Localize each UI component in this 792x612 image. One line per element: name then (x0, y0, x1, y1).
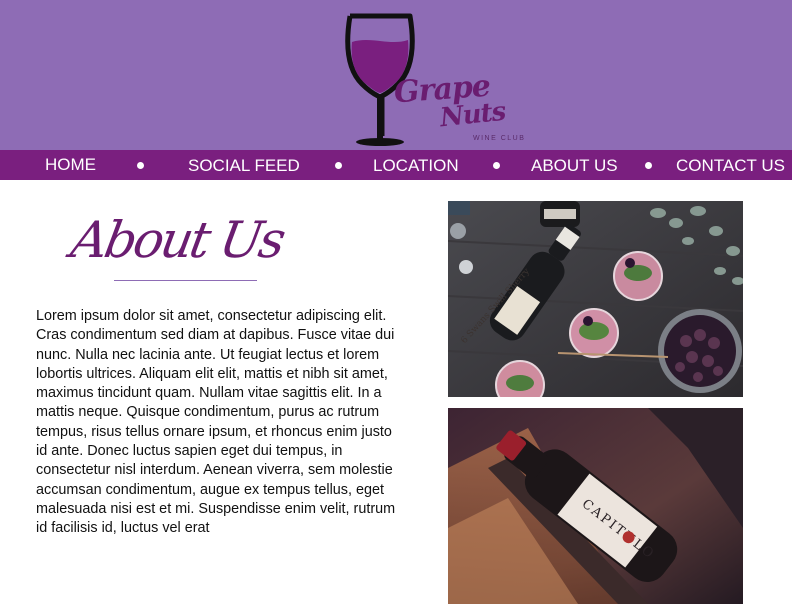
about-body-text: Lorem ipsum dolor sit amet, consectetur … (36, 308, 396, 537)
nav-about-us[interactable]: ABOUT US (531, 151, 618, 181)
nav-separator-dot (645, 162, 652, 169)
nav-separator-dot (137, 162, 144, 169)
photo-wine-table: 6 Swans Swill Sherry (448, 201, 743, 397)
site-header: Grape Nuts WINE CLUB (0, 0, 792, 150)
brand-tagline: WINE CLUB (473, 135, 526, 142)
nav-contact-us[interactable]: CONTACT US (676, 151, 785, 181)
about-heading: About Us (66, 211, 288, 269)
nav-home[interactable]: HOME (45, 150, 96, 180)
photo-wine-crate: CAPITULO (448, 408, 743, 604)
nav-separator-dot (493, 162, 500, 169)
heading-divider (114, 280, 257, 281)
brand-logo[interactable]: Grape Nuts WINE CLUB (340, 10, 550, 150)
nav-location[interactable]: LOCATION (373, 151, 459, 181)
nav-social-feed[interactable]: SOCIAL FEED (188, 151, 300, 181)
nav-separator-dot (335, 162, 342, 169)
